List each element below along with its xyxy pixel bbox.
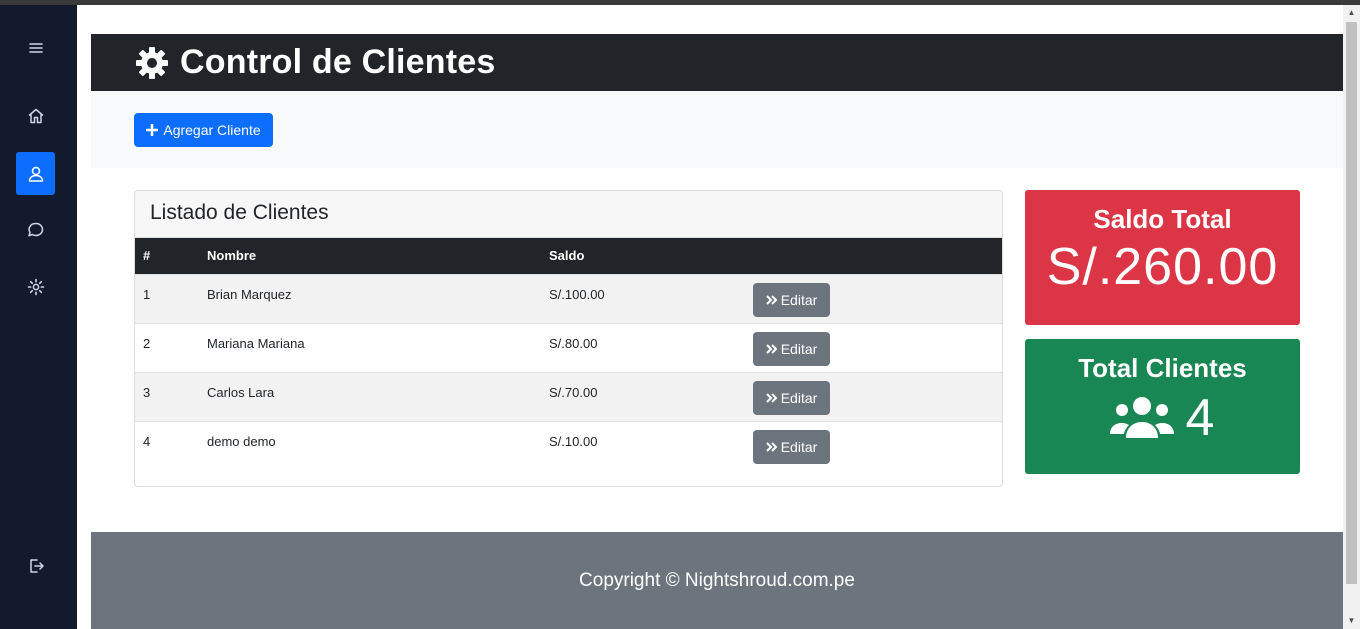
total-clientes-title: Total Clientes (1078, 353, 1247, 383)
total-clientes-row: 4 (1025, 388, 1300, 448)
add-client-button[interactable]: Agregar Cliente (134, 113, 273, 147)
row-saldo: S/.100.00 (541, 273, 745, 323)
row-number: 2 (135, 322, 199, 372)
table-row: 2 Mariana Mariana S/.80.00 Editar (135, 322, 1002, 372)
column-header-saldo: Saldo (549, 248, 585, 264)
double-chevron-right-icon (765, 392, 777, 403)
sidebar-item-messages[interactable] (16, 208, 55, 251)
clients-card-title: Listado de Clientes (135, 191, 1002, 238)
row-name: demo demo (199, 420, 541, 470)
clients-table: # Nombre Saldo 1 Brian Marquez S/.100.00… (135, 238, 1002, 470)
gear-icon (136, 46, 168, 79)
row-saldo: S/.70.00 (541, 371, 745, 421)
sidebar (0, 5, 77, 629)
page-title: Control de Clientes (180, 43, 496, 81)
footer: Copyright © Nightshroud.com.pe (91, 532, 1343, 629)
window-top-edge (0, 0, 1360, 5)
saldo-total-card: Saldo Total S/.260.00 (1025, 190, 1300, 325)
row-actions: Editar (745, 322, 1002, 372)
table-row: 4 demo demo S/.10.00 Editar (135, 420, 1002, 470)
sidebar-item-settings[interactable] (16, 265, 55, 308)
table-header-row: # Nombre Saldo (135, 238, 1002, 274)
gear-icon (27, 278, 44, 295)
menu-toggle-button[interactable] (16, 26, 55, 69)
row-actions: Editar (745, 420, 1002, 470)
scrollbar-thumb[interactable] (1346, 22, 1357, 584)
column-header-actions (745, 238, 1002, 274)
copyright-text: Copyright © Nightshroud.com.pe (579, 569, 855, 591)
saldo-total-value: S/.260.00 (1046, 238, 1279, 296)
double-chevron-right-icon (765, 294, 777, 305)
add-client-label: Agregar Cliente (163, 122, 261, 138)
page-header: Control de Clientes (91, 34, 1343, 91)
double-chevron-right-icon (765, 343, 777, 354)
edit-button-label: Editar (780, 438, 818, 455)
row-saldo: S/.10.00 (541, 420, 745, 470)
row-actions: Editar (745, 273, 1002, 323)
row-saldo: S/.80.00 (541, 322, 745, 372)
edit-button-label: Editar (780, 340, 818, 357)
sidebar-item-home[interactable] (16, 94, 55, 137)
plus-icon (146, 124, 159, 136)
sidebar-item-logout[interactable] (16, 544, 55, 587)
toolbar: Agregar Cliente (91, 91, 1343, 168)
scroll-up-arrow-icon[interactable]: ▲ (1347, 8, 1356, 17)
saldo-total-title: Saldo Total (1093, 204, 1232, 234)
edit-button-label: Editar (780, 389, 818, 406)
row-name: Mariana Mariana (199, 322, 541, 372)
edit-button[interactable]: Editar (753, 282, 830, 317)
scroll-down-arrow-icon[interactable]: ▼ (1347, 616, 1356, 625)
user-icon (28, 166, 43, 182)
column-header-number: # (143, 248, 151, 264)
row-number: 1 (135, 273, 199, 323)
chat-icon (27, 222, 43, 236)
table-row: 1 Brian Marquez S/.100.00 Editar (135, 273, 1002, 323)
sidebar-item-clients[interactable] (16, 152, 55, 195)
edit-button-label: Editar (780, 291, 818, 308)
double-chevron-right-icon (765, 441, 777, 452)
logout-icon (29, 558, 44, 573)
hamburger-menu-icon (28, 42, 43, 53)
row-number: 4 (135, 420, 199, 470)
row-actions: Editar (745, 371, 1002, 421)
row-name: Brian Marquez (199, 273, 541, 323)
table-row: 3 Carlos Lara S/.70.00 Editar (135, 371, 1002, 421)
clients-card: Listado de Clientes # Nombre Saldo 1 Bri… (134, 190, 1003, 487)
total-clientes-card: Total Clientes 4 (1025, 339, 1300, 474)
edit-button[interactable]: Editar (753, 380, 830, 415)
total-clientes-value: 4 (1185, 389, 1216, 447)
row-number: 3 (135, 371, 199, 421)
edit-button[interactable]: Editar (753, 331, 830, 366)
home-icon (28, 108, 43, 123)
column-header-name: Nombre (207, 248, 257, 264)
edit-button[interactable]: Editar (753, 429, 830, 464)
users-icon (1109, 397, 1174, 438)
row-name: Carlos Lara (199, 371, 541, 421)
